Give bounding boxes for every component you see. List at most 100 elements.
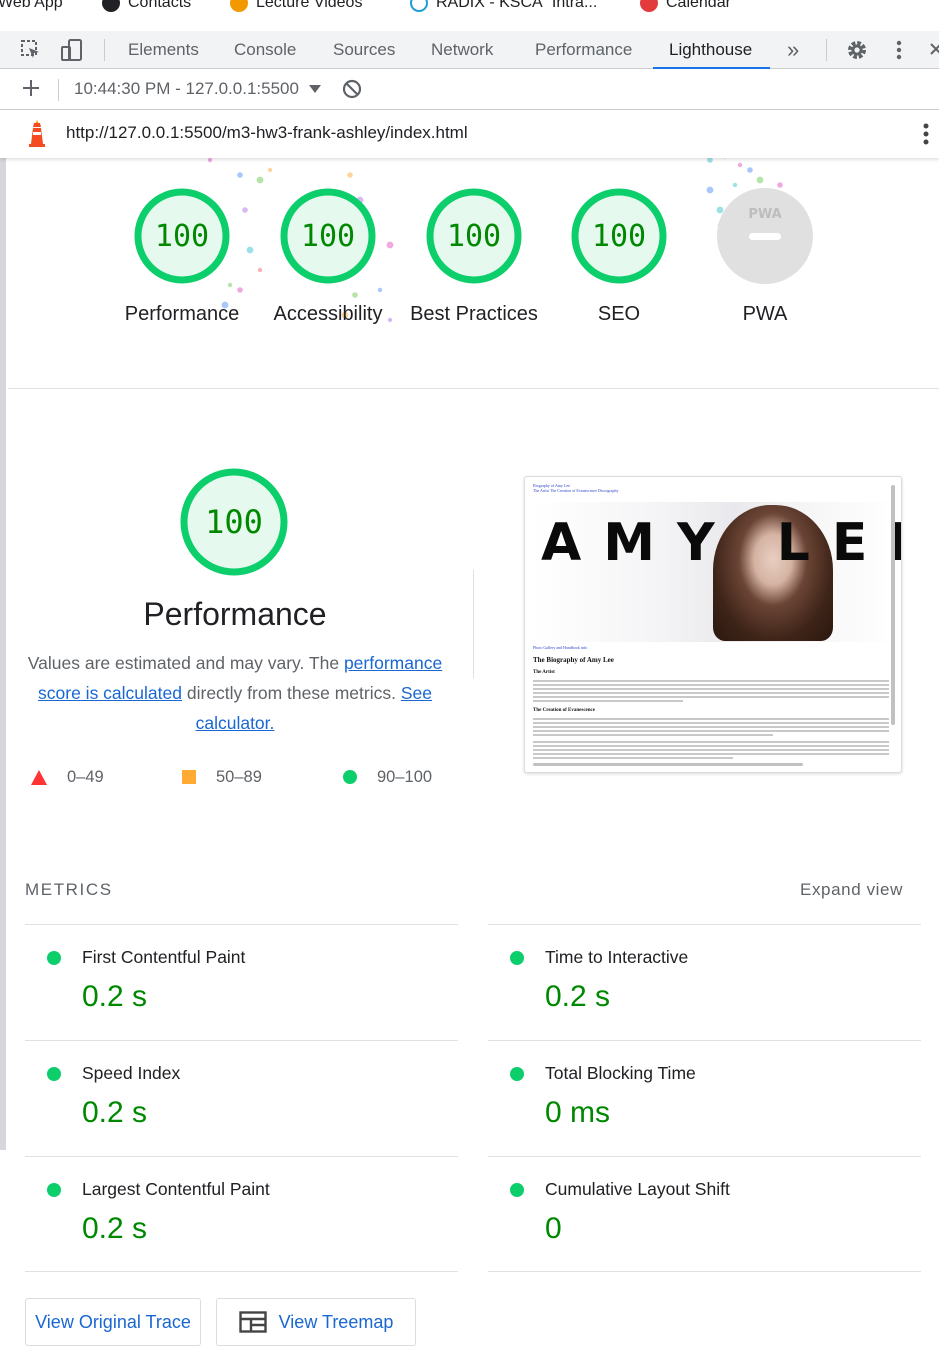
window-left-border xyxy=(0,40,6,1150)
green-circle-icon xyxy=(343,770,357,784)
thumb-subheading: The Artist xyxy=(533,670,555,675)
lecture-videos-icon xyxy=(230,0,248,12)
gauge-best-practices[interactable]: 100 xyxy=(426,188,522,284)
button-label: View Treemap xyxy=(278,1311,394,1332)
pass-dot-icon xyxy=(510,1067,524,1081)
thumb-hscrollbar xyxy=(533,763,803,766)
desc-text: directly from these metrics. xyxy=(186,683,396,703)
pass-dot-icon xyxy=(510,951,524,965)
lighthouse-toolbar: 10:44:30 PM - 127.0.0.1:5500 xyxy=(0,69,939,110)
report-menu-icon[interactable] xyxy=(923,122,929,151)
button-label: View Original Trace xyxy=(35,1311,191,1332)
gauge-performance[interactable]: 100 xyxy=(134,188,230,284)
calendar-icon xyxy=(640,0,658,12)
bookmark-label: RADIX - KSCA "Intra... xyxy=(436,0,598,11)
bookmark-label: Lecture Videos xyxy=(256,0,363,11)
thumb-scrollbar xyxy=(891,485,895,725)
thumb-heading: The Biography of Amy Lee xyxy=(533,656,614,664)
chevron-down-icon xyxy=(308,85,321,93)
more-tabs-button[interactable]: » xyxy=(787,31,799,68)
gauge-pwa[interactable]: PWA xyxy=(717,188,813,284)
category-label-best-practices: Best Practices xyxy=(410,303,538,325)
tab-elements[interactable]: Elements xyxy=(128,31,199,68)
report-selector-label: 10:44:30 PM - 127.0.0.1:5500 xyxy=(74,79,299,98)
bookmark-label: Contacts xyxy=(128,0,192,11)
metric-value-lcp: 0.2 s xyxy=(82,1212,148,1245)
red-triangle-icon xyxy=(31,769,47,785)
report-selector-dropdown[interactable]: 10:44:30 PM - 127.0.0.1:5500 xyxy=(74,79,321,99)
view-treemap-button[interactable]: View Treemap xyxy=(216,1298,416,1346)
tab-sources[interactable]: Sources xyxy=(333,31,395,68)
vertical-divider xyxy=(473,570,474,678)
inspect-element-icon[interactable] xyxy=(20,39,42,66)
category-label-accessibility: Accessibility xyxy=(273,303,383,325)
orange-square-icon xyxy=(182,770,196,784)
category-label-pwa: PWA xyxy=(742,303,788,325)
clear-reports-icon[interactable] xyxy=(342,79,362,104)
pass-dot-icon xyxy=(47,1067,61,1081)
legend-range: 90–100 xyxy=(377,767,433,786)
gauge-accessibility[interactable]: 100 xyxy=(280,188,376,284)
view-original-trace-button[interactable]: View Original Trace xyxy=(25,1298,201,1346)
report-url-bar: http://127.0.0.1:5500/m3-hw3-frank-ashle… xyxy=(0,110,939,158)
tab-performance[interactable]: Performance xyxy=(535,31,632,68)
final-screenshot-thumbnail[interactable]: Biography of Amy Lee The Artist The Crea… xyxy=(524,476,902,773)
bookmark-contacts[interactable]: Contacts xyxy=(102,0,191,14)
metrics-heading: METRICS xyxy=(25,880,113,899)
thumb-subheading: The Creation of Evanescence xyxy=(533,708,595,713)
performance-main-gauge: 100 xyxy=(180,468,288,576)
gauge-seo[interactable]: 100 xyxy=(571,188,667,284)
legend-range: 0–49 xyxy=(67,767,104,786)
metric-value-tbt: 0 ms xyxy=(545,1096,611,1129)
pass-dot-icon xyxy=(47,951,61,965)
metric-value-speed-index: 0.2 s xyxy=(82,1096,148,1129)
legend-range: 50–89 xyxy=(216,767,262,786)
tab-network[interactable]: Network xyxy=(431,31,493,68)
performance-title: Performance xyxy=(143,596,327,632)
report-url[interactable]: http://127.0.0.1:5500/m3-hw3-frank-ashle… xyxy=(66,123,468,143)
metric-value-cls: 0 xyxy=(545,1212,562,1245)
expand-view-toggle[interactable]: Expand view xyxy=(800,880,903,900)
category-label-performance: Performance xyxy=(124,303,240,325)
radix-icon xyxy=(410,0,428,12)
tab-console[interactable]: Console xyxy=(234,31,296,68)
pwa-badge-icon: PWA xyxy=(717,188,813,284)
section-divider xyxy=(8,388,939,389)
thumb-caption-link: Photo Gallery and Handbook info xyxy=(533,645,588,650)
contacts-icon xyxy=(102,0,120,12)
pass-dot-icon xyxy=(47,1183,61,1197)
metric-value-fcp: 0.2 s xyxy=(82,980,148,1013)
legend-pass: 90–100 xyxy=(343,766,432,788)
tab-lighthouse[interactable]: Lighthouse xyxy=(652,31,771,69)
gauge-score: 100 xyxy=(300,218,356,254)
settings-gear-icon[interactable] xyxy=(846,39,868,66)
device-toolbar-icon[interactable] xyxy=(60,38,84,67)
metric-value-tti: 0.2 s xyxy=(545,980,611,1013)
metric-title-lcp: Largest Contentful Paint xyxy=(82,1179,270,1199)
bookmarks-bar: Web App Contacts Lecture Videos RADIX - … xyxy=(0,0,939,16)
gauge-score: 100 xyxy=(591,218,647,254)
svg-text:PWA: PWA xyxy=(748,207,781,222)
lighthouse-logo-icon xyxy=(26,120,48,153)
bookmark-calendar[interactable]: Calendar xyxy=(640,0,731,14)
gauge-score: 100 xyxy=(446,218,502,254)
gauge-score: 100 xyxy=(154,218,210,254)
banner-title: AMY LEE xyxy=(541,513,901,573)
metric-title-tti: Time to Interactive xyxy=(545,947,689,967)
bookmark-radix[interactable]: RADIX - KSCA "Intra... xyxy=(410,0,597,14)
kebab-menu-icon[interactable] xyxy=(896,39,902,66)
metric-title-cls: Cumulative Layout Shift xyxy=(545,1179,730,1199)
performance-score: 100 xyxy=(205,503,263,541)
metric-title-tbt: Total Blocking Time xyxy=(545,1063,696,1083)
thumb-nav-link: The Artist The Creation of Evanescence D… xyxy=(533,488,619,493)
bookmark-web-app[interactable]: Web App xyxy=(0,0,63,14)
category-label-seo: SEO xyxy=(597,303,641,325)
new-report-plus-icon[interactable] xyxy=(22,79,40,102)
treemap-icon xyxy=(238,1311,267,1333)
close-devtools-icon[interactable] xyxy=(929,41,939,64)
devtools-toolbar: Elements Console Sources Network Perform… xyxy=(0,31,939,69)
legend-average: 50–89 xyxy=(182,766,262,788)
metric-title-speed-index: Speed Index xyxy=(82,1063,181,1083)
bookmark-label: Calendar xyxy=(666,0,731,11)
bookmark-lecture-videos[interactable]: Lecture Videos xyxy=(230,0,362,14)
